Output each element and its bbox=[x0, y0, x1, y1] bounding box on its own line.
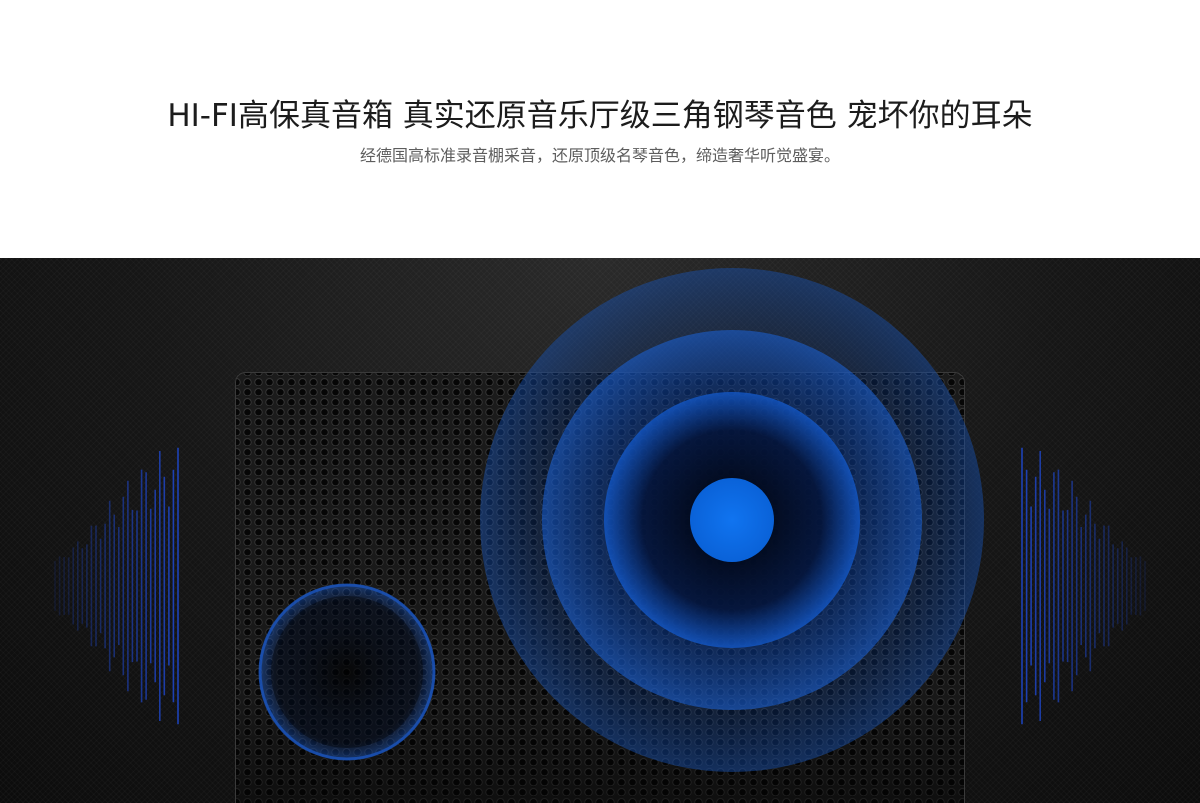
page-headline: HI-FI高保真音箱 真实还原音乐厅级三角钢琴音色 宠坏你的耳朵 bbox=[167, 98, 1033, 134]
speaker-illustration bbox=[54, 268, 1146, 803]
tweeter-core bbox=[690, 478, 774, 562]
product-hero-image bbox=[0, 258, 1200, 803]
left-sound-wave-icon bbox=[54, 447, 179, 725]
header-section: HI-FI高保真音箱 真实还原音乐厅级三角钢琴音色 宠坏你的耳朵 经德国高标准录… bbox=[0, 0, 1200, 258]
page-subheadline: 经德国高标准录音棚采音，还原顶级名琴音色，缔造奢华听觉盛宴。 bbox=[359, 146, 840, 165]
right-sound-wave-icon bbox=[1021, 447, 1146, 725]
